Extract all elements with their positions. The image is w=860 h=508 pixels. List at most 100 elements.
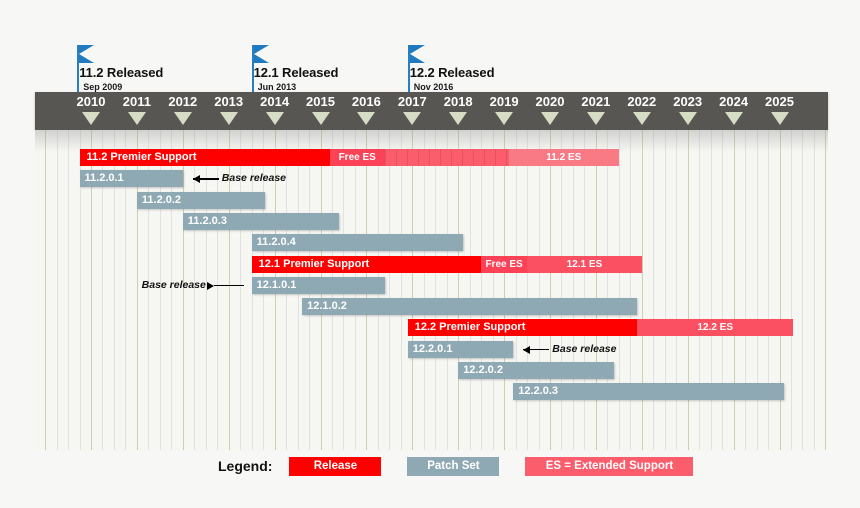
arrow-head	[206, 281, 214, 290]
gridline-year	[688, 130, 689, 450]
patch-set-bar[interactable]: 11.2.0.3	[182, 212, 339, 230]
gridline-quarter	[802, 130, 803, 450]
year-label: 2018	[443, 94, 473, 109]
year-label: 2023	[673, 94, 703, 109]
patch-set-bar[interactable]: 12.2.0.2	[458, 362, 615, 379]
release-bar[interactable]: 12.1 Premier Support Free ES 12.1 ES	[251, 255, 642, 273]
gridline-quarter	[68, 130, 69, 450]
year-label: 2019	[489, 94, 519, 109]
legend: Legend: Release Patch Set ES = Extended …	[218, 456, 694, 476]
gridline-quarter	[711, 130, 712, 450]
patch-set-label: 12.2.0.1	[412, 342, 453, 355]
patch-set-bar[interactable]: 11.2.0.4	[251, 234, 463, 252]
gridline-quarter	[665, 130, 666, 450]
year-marker-triangle-icon	[403, 112, 422, 125]
chart-plot-area: 11.2 Premier Support Free ES 11.2 ES 11.2.0…	[35, 130, 828, 450]
year-marker-triangle-icon	[724, 112, 743, 125]
legend-chip-release: Release	[289, 456, 382, 476]
patch-set-bar[interactable]: 12.1.0.2	[302, 298, 638, 316]
gridline-quarter	[561, 130, 562, 450]
year-marker-triangle-icon	[770, 112, 789, 125]
extended-support-segment[interactable]: 12.1 ES	[527, 255, 642, 273]
year-marker-triangle-icon	[265, 112, 284, 125]
year-marker-triangle-icon	[541, 112, 559, 125]
gridline-quarter	[424, 130, 425, 450]
gridline-quarter	[389, 130, 390, 450]
free-extended-support-segment[interactable]: Free ES	[481, 255, 528, 273]
gridline-quarter	[516, 130, 517, 450]
year-label: 2025	[765, 94, 794, 109]
gridline-quarter	[470, 130, 471, 450]
year-marker-triangle-icon	[219, 112, 238, 125]
timeline-chart: 11.2 Released Sep 2009 12.1 Released Jun 20…	[0, 0, 860, 508]
gridline-quarter	[791, 130, 792, 450]
year-label: 2020	[535, 94, 565, 109]
flag-banner-icon	[79, 45, 95, 63]
patch-set-label: 12.2.0.2	[463, 364, 503, 376]
year-label: 2012	[168, 94, 198, 109]
gridline-quarter	[539, 130, 540, 450]
base-release-annotation: Base release	[552, 342, 617, 355]
gridline-year	[642, 130, 643, 450]
year-marker-triangle-icon	[357, 112, 376, 125]
arrow-shaft	[213, 284, 244, 287]
year-marker-triangle-icon	[449, 112, 468, 125]
gridline-quarter	[630, 130, 631, 450]
base-release-annotation: Base release	[141, 278, 206, 291]
year-label: 2024	[719, 94, 749, 109]
year-label: 2021	[581, 94, 611, 109]
gridline-quarter	[722, 130, 723, 450]
gridline-quarter	[757, 130, 758, 450]
release-bar[interactable]: 11.2 Premier Support Free ES 11.2 ES	[79, 149, 619, 166]
patch-set-bar[interactable]: 11.2.0.2	[136, 191, 266, 209]
gridline-quarter	[814, 130, 815, 450]
year-label: 2017	[397, 94, 427, 109]
legend-title: Legend:	[218, 458, 273, 474]
gridline-year	[596, 130, 597, 450]
arrow-head	[192, 175, 200, 184]
release-bar[interactable]: 12.2 Premier Support 12.2 ES	[407, 319, 794, 337]
patch-set-bar[interactable]: 12.2.0.1	[407, 340, 514, 358]
year-label: 2013	[214, 94, 244, 109]
year-label: 2015	[306, 94, 335, 109]
year-marker-triangle-icon	[82, 112, 100, 125]
gridline-quarter	[768, 130, 769, 450]
patch-set-label: 12.1.0.1	[256, 278, 297, 291]
patch-set-bar[interactable]: 12.2.0.3	[513, 383, 785, 401]
release-bar-label: 12.2 Premier Support	[414, 321, 526, 334]
free-extended-support-segment[interactable]: Free ES	[329, 149, 385, 166]
year-marker-triangle-icon	[632, 112, 651, 125]
gridline-quarter	[745, 130, 746, 450]
year-marker-triangle-icon	[127, 112, 146, 125]
gridline-quarter	[401, 130, 402, 450]
extended-support-striped-segment[interactable]	[384, 149, 509, 166]
year-label: 2010	[76, 94, 106, 109]
gridline-quarter	[447, 130, 448, 450]
gridline-quarter	[573, 130, 574, 450]
patch-set-bar[interactable]: 12.1.0.1	[251, 276, 385, 294]
year-marker-triangle-icon	[173, 112, 192, 125]
extended-support-segment[interactable]: 12.2 ES	[637, 319, 794, 337]
base-release-annotation: Base release	[221, 172, 287, 185]
patch-set-bar[interactable]: 11.2.0.1	[79, 170, 183, 188]
extended-support-segment[interactable]: 11.2 ES	[508, 149, 619, 166]
gridline-quarter	[493, 130, 494, 450]
patch-set-label: 11.2.0.3	[187, 214, 227, 227]
gridline-quarter	[435, 130, 436, 450]
patch-set-label: 11.2.0.4	[256, 236, 296, 249]
gridline-year	[412, 130, 413, 450]
gridline-quarter	[57, 130, 58, 450]
year-label: 2014	[260, 94, 290, 109]
gridline-quarter	[619, 130, 620, 450]
release-bar-label: 11.2 Premier Support	[86, 151, 197, 163]
patch-set-label: 12.2.0.3	[518, 385, 559, 398]
milestone-title: 12.1 Released	[253, 65, 339, 80]
gridline-year	[780, 130, 781, 450]
gridline-year	[550, 130, 551, 450]
gridline-quarter	[584, 130, 585, 450]
gridline-year	[734, 130, 735, 450]
patch-set-label: 11.2.0.2	[141, 193, 182, 206]
patch-set-label: 11.2.0.1	[84, 172, 124, 185]
gridline-quarter	[481, 130, 482, 450]
legend-chip-extended-support: ES = Extended Support	[525, 456, 694, 476]
